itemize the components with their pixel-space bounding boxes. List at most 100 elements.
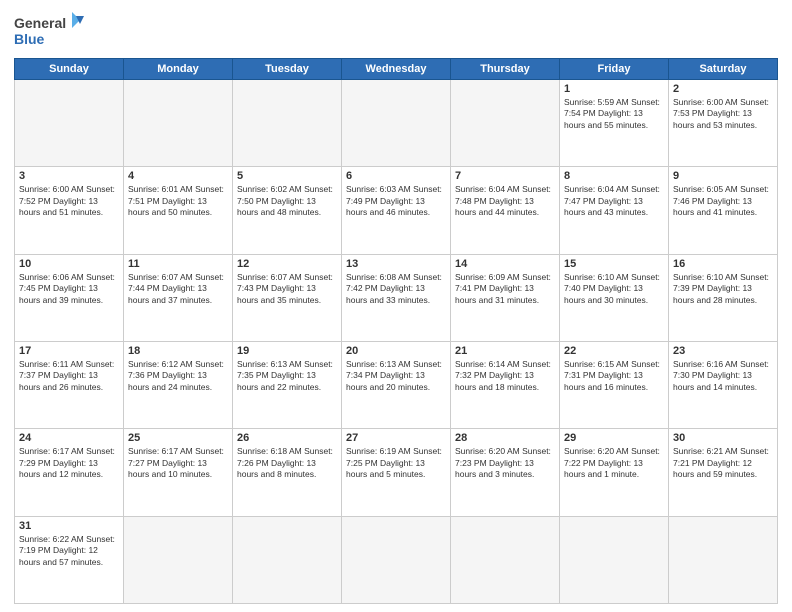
day-info: Sunrise: 6:06 AM Sunset: 7:45 PM Dayligh… [19, 272, 119, 306]
day-number: 14 [455, 258, 555, 270]
day-number: 17 [19, 345, 119, 357]
calendar-cell: 3 Sunrise: 6:00 AM Sunset: 7:52 PM Daylig… [15, 167, 124, 254]
calendar-cell [15, 80, 124, 167]
day-number: 24 [19, 432, 119, 444]
day-number: 28 [455, 432, 555, 444]
day-number: 12 [237, 258, 337, 270]
day-number: 30 [673, 432, 773, 444]
day-number: 25 [128, 432, 228, 444]
day-number: 21 [455, 345, 555, 357]
calendar-cell: 29 Sunrise: 6:20 AM Sunset: 7:22 PM Dayli… [560, 429, 669, 516]
day-number: 16 [673, 258, 773, 270]
day-info: Sunrise: 6:12 AM Sunset: 7:36 PM Dayligh… [128, 359, 228, 393]
calendar-cell: 22 Sunrise: 6:15 AM Sunset: 7:31 PM Dayli… [560, 341, 669, 428]
day-number: 31 [19, 520, 119, 532]
calendar-cell [451, 516, 560, 603]
day-info: Sunrise: 6:16 AM Sunset: 7:30 PM Dayligh… [673, 359, 773, 393]
weekday-saturday: Saturday [669, 59, 778, 80]
day-number: 7 [455, 170, 555, 182]
calendar-cell: 16 Sunrise: 6:10 AM Sunset: 7:39 PM Dayli… [669, 254, 778, 341]
calendar-cell: 26Sunrise: 6:18 AM Sunset: 7:26 PM Dayli… [233, 429, 342, 516]
svg-text:Blue: Blue [14, 31, 45, 47]
calendar-cell: 20Sunrise: 6:13 AM Sunset: 7:34 PM Dayli… [342, 341, 451, 428]
day-info: Sunrise: 6:03 AM Sunset: 7:49 PM Dayligh… [346, 184, 446, 218]
day-info: Sunrise: 6:20 AM Sunset: 7:22 PM Dayligh… [564, 446, 664, 480]
week-row-6: 31Sunrise: 6:22 AM Sunset: 7:19 PM Dayli… [15, 516, 778, 603]
calendar-cell: 12 Sunrise: 6:07 AM Sunset: 7:43 PM Dayli… [233, 254, 342, 341]
day-number: 29 [564, 432, 664, 444]
day-info: Sunrise: 6:00 AM Sunset: 7:52 PM Dayligh… [19, 184, 119, 218]
day-info: Sunrise: 6:13 AM Sunset: 7:34 PM Dayligh… [346, 359, 446, 393]
day-info: Sunrise: 6:17 AM Sunset: 7:29 PM Dayligh… [19, 446, 119, 480]
calendar-cell: 17 Sunrise: 6:11 AM Sunset: 7:37 PM Dayli… [15, 341, 124, 428]
week-row-5: 24 Sunrise: 6:17 AM Sunset: 7:29 PM Dayli… [15, 429, 778, 516]
day-info: Sunrise: 6:08 AM Sunset: 7:42 PM Dayligh… [346, 272, 446, 306]
weekday-thursday: Thursday [451, 59, 560, 80]
calendar-cell [233, 80, 342, 167]
calendar-cell [451, 80, 560, 167]
day-info: Sunrise: 6:01 AM Sunset: 7:51 PM Dayligh… [128, 184, 228, 218]
day-number: 22 [564, 345, 664, 357]
calendar-cell: 28Sunrise: 6:20 AM Sunset: 7:23 PM Dayli… [451, 429, 560, 516]
calendar-cell: 8 Sunrise: 6:04 AM Sunset: 7:47 PM Daylig… [560, 167, 669, 254]
calendar-cell: 27Sunrise: 6:19 AM Sunset: 7:25 PM Dayli… [342, 429, 451, 516]
calendar-cell: 7Sunrise: 6:04 AM Sunset: 7:48 PM Daylig… [451, 167, 560, 254]
day-info: Sunrise: 6:07 AM Sunset: 7:44 PM Dayligh… [128, 272, 228, 306]
calendar-cell: 4 Sunrise: 6:01 AM Sunset: 7:51 PM Daylig… [124, 167, 233, 254]
day-number: 11 [128, 258, 228, 270]
day-info: Sunrise: 6:17 AM Sunset: 7:27 PM Dayligh… [128, 446, 228, 480]
calendar-cell: 9Sunrise: 6:05 AM Sunset: 7:46 PM Daylig… [669, 167, 778, 254]
week-row-1: 1Sunrise: 5:59 AM Sunset: 7:54 PM Daylig… [15, 80, 778, 167]
weekday-wednesday: Wednesday [342, 59, 451, 80]
calendar: SundayMondayTuesdayWednesdayThursdayFrid… [14, 58, 778, 604]
calendar-cell: 24 Sunrise: 6:17 AM Sunset: 7:29 PM Dayli… [15, 429, 124, 516]
day-number: 10 [19, 258, 119, 270]
weekday-sunday: Sunday [15, 59, 124, 80]
calendar-cell: 10 Sunrise: 6:06 AM Sunset: 7:45 PM Dayli… [15, 254, 124, 341]
logo: General Blue [14, 10, 84, 52]
svg-text:General: General [14, 15, 66, 31]
calendar-cell [342, 80, 451, 167]
logo-svg: General Blue [14, 10, 84, 52]
weekday-friday: Friday [560, 59, 669, 80]
day-info: Sunrise: 6:18 AM Sunset: 7:26 PM Dayligh… [237, 446, 337, 480]
calendar-cell: 31Sunrise: 6:22 AM Sunset: 7:19 PM Dayli… [15, 516, 124, 603]
calendar-cell: 15Sunrise: 6:10 AM Sunset: 7:40 PM Dayli… [560, 254, 669, 341]
calendar-cell [560, 516, 669, 603]
weekday-header-row: SundayMondayTuesdayWednesdayThursdayFrid… [15, 59, 778, 80]
calendar-cell: 5Sunrise: 6:02 AM Sunset: 7:50 PM Daylig… [233, 167, 342, 254]
calendar-cell [669, 516, 778, 603]
day-number: 4 [128, 170, 228, 182]
day-number: 8 [564, 170, 664, 182]
day-info: Sunrise: 6:10 AM Sunset: 7:40 PM Dayligh… [564, 272, 664, 306]
calendar-cell [233, 516, 342, 603]
calendar-cell: 6 Sunrise: 6:03 AM Sunset: 7:49 PM Daylig… [342, 167, 451, 254]
day-number: 19 [237, 345, 337, 357]
week-row-2: 3 Sunrise: 6:00 AM Sunset: 7:52 PM Daylig… [15, 167, 778, 254]
calendar-cell [342, 516, 451, 603]
day-info: Sunrise: 6:21 AM Sunset: 7:21 PM Dayligh… [673, 446, 773, 480]
day-info: Sunrise: 6:07 AM Sunset: 7:43 PM Dayligh… [237, 272, 337, 306]
calendar-cell: 21 Sunrise: 6:14 AM Sunset: 7:32 PM Dayli… [451, 341, 560, 428]
week-row-3: 10 Sunrise: 6:06 AM Sunset: 7:45 PM Dayli… [15, 254, 778, 341]
day-info: Sunrise: 6:19 AM Sunset: 7:25 PM Dayligh… [346, 446, 446, 480]
day-info: Sunrise: 6:04 AM Sunset: 7:47 PM Dayligh… [564, 184, 664, 218]
calendar-cell [124, 80, 233, 167]
calendar-cell: 25 Sunrise: 6:17 AM Sunset: 7:27 PM Dayli… [124, 429, 233, 516]
day-number: 1 [564, 83, 664, 95]
day-number: 2 [673, 83, 773, 95]
day-info: Sunrise: 6:10 AM Sunset: 7:39 PM Dayligh… [673, 272, 773, 306]
day-info: Sunrise: 6:13 AM Sunset: 7:35 PM Dayligh… [237, 359, 337, 393]
calendar-cell: 2Sunrise: 6:00 AM Sunset: 7:53 PM Daylig… [669, 80, 778, 167]
calendar-cell: 19 Sunrise: 6:13 AM Sunset: 7:35 PM Dayli… [233, 341, 342, 428]
day-info: Sunrise: 6:11 AM Sunset: 7:37 PM Dayligh… [19, 359, 119, 393]
calendar-cell: 13Sunrise: 6:08 AM Sunset: 7:42 PM Dayli… [342, 254, 451, 341]
day-number: 3 [19, 170, 119, 182]
day-number: 6 [346, 170, 446, 182]
day-info: Sunrise: 6:05 AM Sunset: 7:46 PM Dayligh… [673, 184, 773, 218]
top-section: General Blue [14, 10, 778, 52]
calendar-cell [124, 516, 233, 603]
day-info: Sunrise: 6:14 AM Sunset: 7:32 PM Dayligh… [455, 359, 555, 393]
day-info: Sunrise: 6:15 AM Sunset: 7:31 PM Dayligh… [564, 359, 664, 393]
page: General Blue SundayMondayTuesdayWednesda… [0, 0, 792, 612]
